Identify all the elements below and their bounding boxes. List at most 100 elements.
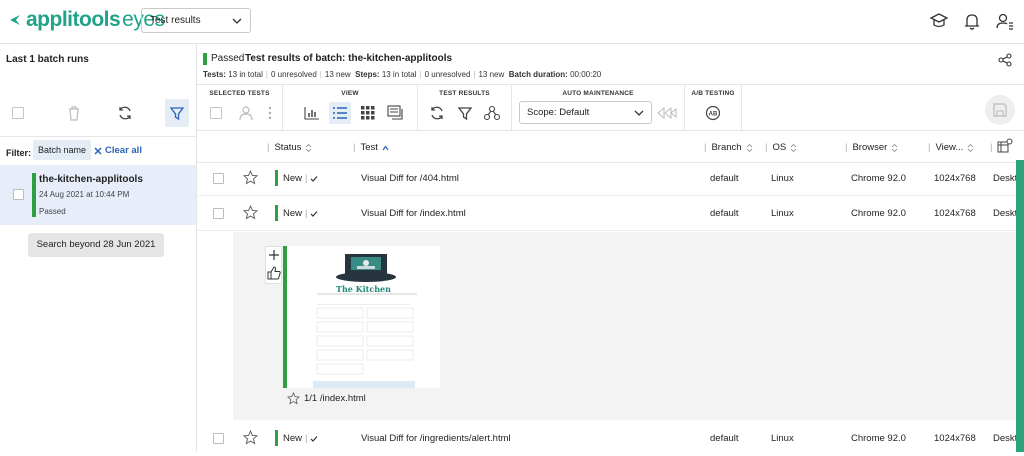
- row-checkbox[interactable]: [213, 173, 224, 184]
- scope-value: Scope: Default: [527, 107, 590, 118]
- column-branch-label: Branch: [711, 142, 742, 153]
- save-button[interactable]: [985, 95, 1015, 125]
- star-icon[interactable]: [243, 170, 258, 185]
- row-device: Deskt: [993, 173, 1016, 184]
- view-group: VIEW: [283, 85, 418, 131]
- row-checkbox[interactable]: [213, 208, 224, 219]
- batch-list-item[interactable]: the-kitchen-applitools 24 Aug 2021 at 10…: [0, 165, 196, 225]
- row-viewport: 1024x768: [934, 433, 976, 444]
- ab-testing-icon[interactable]: AB: [702, 102, 724, 124]
- search-beyond-button[interactable]: Search beyond 28 Jun 2021: [28, 233, 164, 257]
- star-icon[interactable]: [287, 392, 300, 405]
- row-browser: Chrome 92.0: [851, 173, 906, 184]
- row-test-name[interactable]: Visual Diff for /index.html: [361, 208, 466, 219]
- filter-chip-batch-name[interactable]: Batch name: [33, 140, 92, 160]
- batch-status-text: Passed: [211, 53, 245, 64]
- batch-list-toolbar: [0, 99, 197, 129]
- column-branch[interactable]: | Branch: [704, 142, 753, 153]
- tests-label: Tests:: [203, 70, 226, 79]
- clear-all-label: Clear all: [105, 145, 142, 156]
- page-selector-dropdown[interactable]: Test results: [141, 8, 251, 33]
- scope-dropdown[interactable]: Scope: Default: [519, 101, 652, 124]
- kitchen-page-preview: [287, 246, 440, 388]
- row-viewport: 1024x768: [934, 173, 976, 184]
- row-branch: default: [710, 208, 739, 219]
- batch-checkbox[interactable]: [13, 189, 24, 200]
- share-icon[interactable]: [998, 53, 1012, 67]
- filter-bar: Filter: Batch name Clear all: [0, 136, 197, 166]
- star-icon[interactable]: [243, 205, 258, 220]
- bell-icon[interactable]: [962, 11, 982, 31]
- column-test-label: Test: [360, 142, 378, 153]
- row-status-text: New: [283, 433, 303, 444]
- row-status: New |: [283, 173, 318, 184]
- column-browser[interactable]: | Browser: [845, 142, 898, 153]
- more-options-icon[interactable]: [263, 102, 277, 124]
- auto-maintenance-label: AUTO MAINTENANCE: [562, 90, 634, 97]
- row-viewport: 1024x768: [934, 208, 976, 219]
- column-settings[interactable]: |: [990, 138, 1013, 154]
- new-status-bar: [275, 205, 278, 221]
- checkmark-icon: [310, 175, 318, 183]
- auto-maintenance-run-icon[interactable]: [656, 102, 678, 124]
- duration-label: Batch duration:: [508, 70, 568, 79]
- column-viewport[interactable]: | View...: [928, 142, 974, 153]
- row-branch: default: [710, 433, 739, 444]
- row-test-name[interactable]: Visual Diff for /ingredients/alert.html: [361, 433, 511, 444]
- step-caption-text: 1/1 /index.html: [304, 393, 366, 404]
- sort-icon: [746, 143, 753, 153]
- row-device: Deskt: [993, 208, 1016, 219]
- column-os-label: OS: [772, 142, 787, 153]
- table-row[interactable]: New | Visual Diff for /ingredients/alert.…: [197, 421, 1016, 456]
- plus-icon[interactable]: [268, 249, 280, 261]
- select-all-checkbox[interactable]: [6, 99, 30, 127]
- trash-icon[interactable]: [62, 99, 86, 127]
- user-settings-icon[interactable]: [995, 11, 1015, 31]
- tests-unresolved: 0 unresolved: [270, 70, 317, 79]
- step-caption: 1/1 /index.html: [287, 392, 366, 405]
- vertical-scrollbar[interactable]: [1016, 160, 1024, 452]
- batch-list-panel: Last 1 batch runs Filter: Batch name Cle…: [0, 44, 197, 452]
- row-status: New |: [283, 208, 318, 219]
- svg-text:AB: AB: [709, 112, 718, 118]
- save-icon: [993, 103, 1007, 117]
- row-os: Linux: [771, 173, 794, 184]
- row-device: Deskt: [993, 433, 1016, 444]
- thumbs-up-icon[interactable]: [267, 266, 281, 280]
- assign-user-icon[interactable]: [235, 102, 257, 124]
- table-row[interactable]: New | Visual Diff for /index.html default…: [197, 196, 1016, 231]
- row-test-name[interactable]: Visual Diff for /404.html: [361, 173, 459, 184]
- clear-all-link[interactable]: Clear all: [94, 145, 142, 156]
- filter-results-icon[interactable]: [454, 102, 476, 124]
- column-status-label: Status: [274, 142, 302, 153]
- star-icon[interactable]: [243, 430, 258, 445]
- step-thumbnail[interactable]: The Kitchen: [287, 246, 440, 388]
- column-os[interactable]: | OS: [765, 142, 797, 153]
- graduation-cap-icon[interactable]: [929, 11, 949, 31]
- checkmark-icon: [310, 210, 318, 218]
- refresh-icon[interactable]: [113, 99, 137, 127]
- details-view-icon[interactable]: [385, 102, 407, 124]
- column-status[interactable]: | Status: [267, 142, 312, 153]
- column-viewport-label: View...: [935, 142, 964, 153]
- filter-label: Filter:: [6, 148, 32, 158]
- refresh-results-icon[interactable]: [426, 102, 448, 124]
- row-browser: Chrome 92.0: [851, 433, 906, 444]
- chart-view-icon[interactable]: [301, 102, 323, 124]
- column-test[interactable]: | Test: [353, 142, 389, 153]
- ab-testing-label: A/B TESTING: [691, 90, 735, 97]
- batch-title: Test results of batch: the-kitchen-appli…: [245, 53, 453, 64]
- ab-testing-group: A/B TESTING AB: [685, 85, 742, 131]
- table-row[interactable]: New | Visual Diff for /404.html default L…: [197, 161, 1016, 196]
- batch-header: Passed Test results of batch: the-kitche…: [197, 44, 1024, 85]
- filter-icon[interactable]: [165, 99, 189, 127]
- brand-name: applitools: [26, 8, 121, 31]
- results-table-header: | Status | Test | Branch | OS | Browser | View…: [197, 131, 1024, 163]
- group-by-icon[interactable]: [481, 102, 503, 124]
- selected-tests-group: SELECTED TESTS: [197, 85, 283, 131]
- select-tests-checkbox[interactable]: [205, 102, 227, 124]
- grid-view-icon[interactable]: [357, 102, 379, 124]
- sort-icon: [891, 143, 898, 153]
- list-view-icon[interactable]: [329, 102, 351, 124]
- row-checkbox[interactable]: [213, 433, 224, 444]
